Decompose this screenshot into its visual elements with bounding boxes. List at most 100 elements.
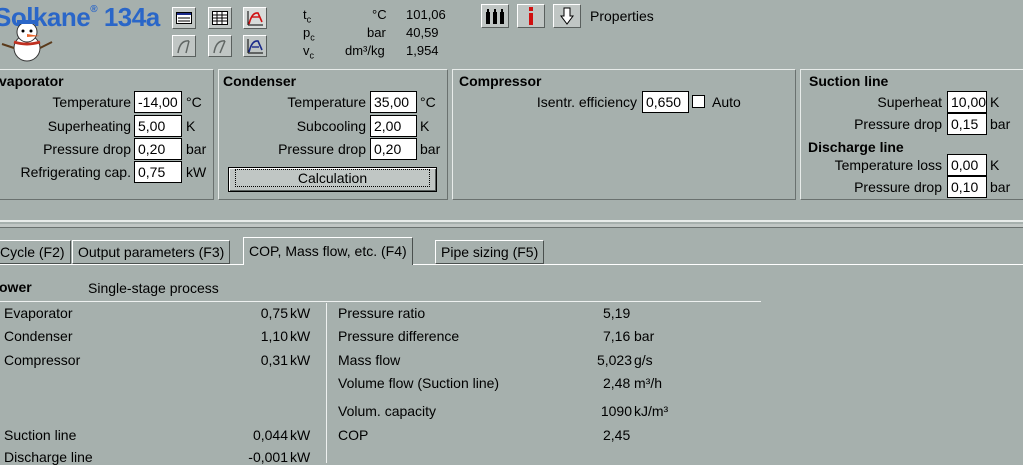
cond-pressure-drop-input[interactable]: 0,20 (370, 138, 417, 160)
cycle-view-icon[interactable] (172, 7, 196, 29)
cop-value: 2,45 (603, 427, 631, 443)
volumetric-capacity-unit: kJ/m³ (634, 403, 669, 419)
cond-subcooling-label: Subcooling (296, 118, 366, 134)
volume-flow-unit: m³/h (634, 375, 662, 391)
pressure-ratio-value: 5,19 (603, 305, 631, 321)
suction-superheat-label: Superheat (877, 94, 942, 110)
auto-checkbox[interactable] (692, 95, 705, 108)
evap-superheating-label: Superheating (47, 118, 131, 134)
diagram-type-3-icon[interactable] (243, 35, 267, 57)
power-title: ower (0, 279, 32, 295)
critical-pressure-symbol: pc (303, 25, 315, 43)
evap-pressure-drop-label: Pressure drop (43, 141, 131, 157)
diagram-type-1-icon[interactable] (172, 35, 196, 57)
cond-temperature-label: Temperature (287, 94, 366, 110)
pressure-difference-value: 7,16 (603, 328, 631, 344)
evap-refrigerating-cap-input[interactable]: 0,75 (134, 161, 182, 183)
discharge-temp-loss-unit: K (990, 157, 1000, 173)
discharge-temp-loss-input[interactable]: 0,00 (947, 154, 987, 176)
power-evaporator-unit: kW (290, 305, 311, 321)
volumetric-capacity-value: 1090 (600, 403, 632, 419)
diagram-type-2-icon[interactable] (208, 35, 232, 57)
cop-label: COP (338, 427, 369, 443)
evap-superheating-input[interactable]: 5,00 (134, 115, 182, 137)
compressor-title: Compressor (459, 73, 542, 89)
auto-label: Auto (712, 94, 741, 110)
cond-pressure-drop-unit: bar (420, 141, 441, 157)
evap-temperature-unit: °C (186, 94, 202, 110)
evap-pressure-drop-input[interactable]: 0,20 (134, 138, 182, 160)
volumetric-capacity-label: Volum. capacity (338, 403, 437, 419)
properties-label[interactable]: Properties (590, 8, 654, 24)
cond-temperature-unit: °C (420, 94, 436, 110)
suction-line-title: Suction line (809, 73, 889, 89)
tab-cop-mass-flow[interactable]: COP, Mass flow, etc. (F4) (243, 237, 413, 265)
process-type: Single-stage process (88, 280, 219, 296)
discharge-line-title: Discharge line (808, 139, 904, 155)
evap-pressure-drop-unit: bar (186, 141, 207, 157)
snowman-mascot-icon (1, 20, 53, 62)
info-icon[interactable] (517, 4, 545, 28)
critical-temp-unit: °C (372, 7, 387, 22)
power-evaporator-label: Evaporator (4, 305, 73, 321)
pressure-difference-unit: bar (634, 328, 655, 344)
discharge-pressure-drop-input[interactable]: 0,10 (947, 176, 987, 198)
tab-pipe-sizing[interactable]: Pipe sizing (F5) (435, 240, 545, 264)
isentropic-efficiency-label: Isentr. efficiency (536, 94, 637, 110)
log-ph-diagram-red-icon[interactable] (243, 7, 267, 29)
evap-superheating-unit: K (186, 118, 196, 134)
suction-pressure-drop-unit: bar (990, 116, 1011, 132)
suction-pressure-drop-input[interactable]: 0,15 (947, 113, 987, 135)
isentropic-efficiency-input[interactable]: 0,650 (642, 91, 689, 113)
mass-flow-label: Mass flow (338, 352, 401, 368)
tab-cycle[interactable]: Cycle (F2) (0, 240, 71, 264)
results-column-divider (326, 303, 327, 463)
power-condenser-label: Condenser (4, 328, 73, 344)
critical-volume-unit: dm³/kg (345, 43, 385, 58)
table-view-icon[interactable] (208, 7, 232, 29)
critical-temp-value: 101,06 (406, 7, 446, 22)
cond-subcooling-input[interactable]: 2,00 (370, 115, 417, 137)
discharge-pressure-drop-unit: bar (990, 179, 1011, 195)
critical-temp-symbol: tc (303, 7, 312, 25)
cond-temperature-input[interactable]: 35,00 (370, 91, 417, 113)
power-suction-line-label: Suction line (4, 427, 77, 443)
power-compressor-unit: kW (290, 352, 311, 368)
power-compressor-value: 0,31 (260, 352, 288, 368)
critical-volume-symbol: vc (303, 43, 314, 61)
results-divider (0, 301, 761, 302)
power-suction-line-value: 0,044 (252, 427, 288, 443)
critical-volume-value: 1,954 (406, 43, 439, 58)
evap-temperature-label: Temperature (52, 94, 131, 110)
mass-flow-value: 5,023 (596, 352, 632, 368)
condenser-title: Condenser (223, 73, 297, 89)
cond-pressure-drop-label: Pressure drop (278, 141, 366, 157)
power-compressor-label: Compressor (4, 352, 81, 368)
tab-panel-top-border (0, 264, 1023, 265)
calculation-button[interactable]: Calculation (228, 167, 437, 192)
evaporator-title: vaporator (0, 73, 64, 89)
tab-output-parameters[interactable]: Output parameters (F3) (72, 240, 231, 264)
suction-superheat-unit: K (990, 94, 1000, 110)
suction-pressure-drop-label: Pressure drop (854, 116, 942, 132)
mass-flow-unit: g/s (634, 352, 653, 368)
splitter-bar[interactable] (0, 224, 1023, 228)
volume-flow-label: Volume flow (Suction line) (338, 375, 500, 391)
discharge-pressure-drop-label: Pressure drop (854, 179, 942, 195)
volume-flow-value: 2,48 (603, 375, 631, 391)
suction-superheat-input[interactable]: 10,00 (947, 91, 987, 113)
down-arrow-icon[interactable] (553, 4, 581, 28)
splitter-highlight (0, 220, 1023, 222)
power-suction-line-unit: kW (290, 427, 311, 443)
pressure-difference-label: Pressure difference (338, 328, 460, 344)
refrigerant-bottles-icon[interactable] (481, 4, 509, 28)
discharge-temp-loss-label: Temperature loss (834, 157, 942, 173)
power-evaporator-value: 0,75 (260, 305, 288, 321)
pressure-ratio-label: Pressure ratio (338, 305, 426, 321)
critical-pressure-value: 40,59 (406, 25, 439, 40)
critical-pressure-unit: bar (367, 25, 386, 40)
evap-temperature-input[interactable]: -14,00 (134, 91, 182, 113)
evap-refrigerating-cap-label: Refrigerating cap. (20, 164, 131, 180)
power-condenser-unit: kW (290, 328, 311, 344)
cond-subcooling-unit: K (420, 118, 430, 134)
